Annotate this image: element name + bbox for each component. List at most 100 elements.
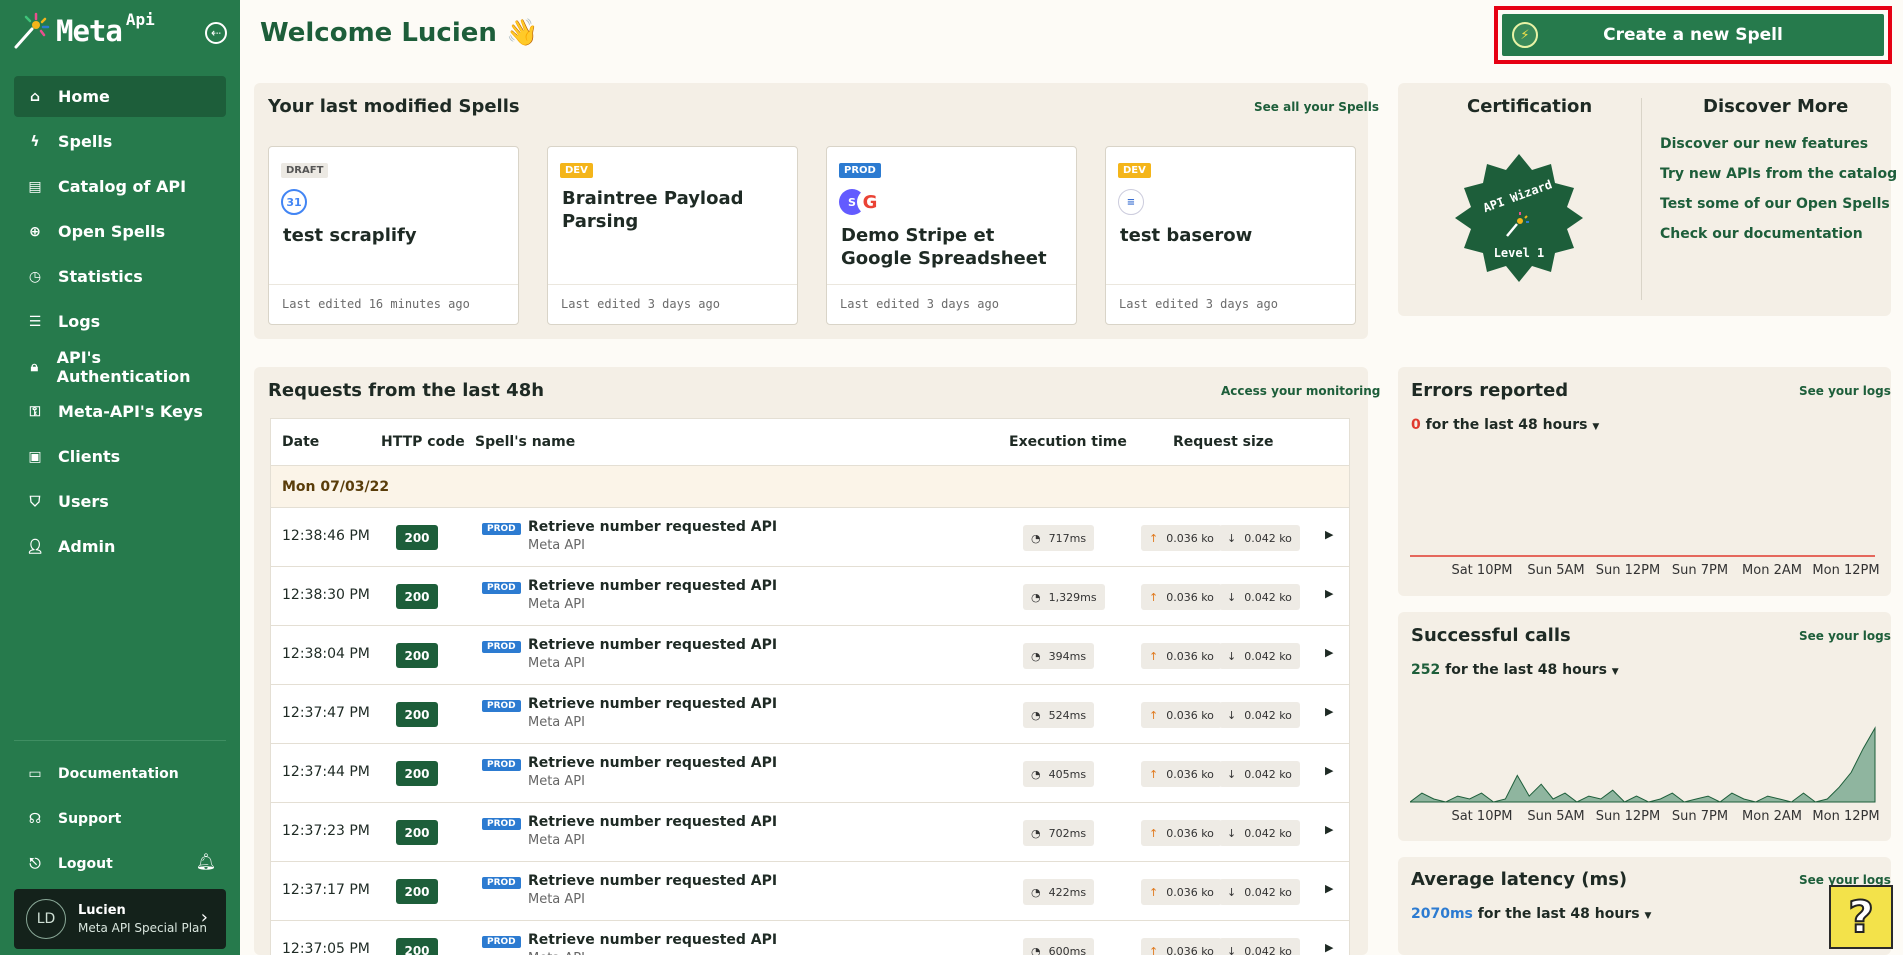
row-time: 12:37:17 PM: [282, 882, 370, 898]
latency-value: 2070ms: [1411, 906, 1473, 922]
spell-card[interactable]: DEV Braintree Payload Parsing Last edite…: [547, 146, 798, 325]
sidebar: Meta Api ⇠ ⌂ Home ϟ Spells ▤ Catalog of …: [0, 0, 240, 955]
sidebar-item-clients[interactable]: ▣ Clients: [14, 436, 226, 477]
row-time: 12:37:44 PM: [282, 764, 370, 780]
download-size-pill: ↓ 0.042 ko: [1219, 702, 1300, 728]
api-wizard-badge-icon: API Wizard Level 1: [1455, 154, 1583, 282]
spell-card[interactable]: DEV ≡ test baserow Last edited 3 days ag…: [1105, 146, 1356, 325]
access-monitoring-link[interactable]: Access your monitoring: [1221, 384, 1380, 398]
expand-row-icon[interactable]: ▶: [1325, 587, 1333, 600]
discover-link[interactable]: Check our documentation: [1660, 226, 1863, 242]
execution-time-pill: ◔ 524ms: [1023, 702, 1095, 728]
success-summary[interactable]: 252 for the last 48 hours ▼: [1411, 662, 1619, 678]
upload-size: 0.036 ko: [1166, 826, 1214, 840]
arrow-down-icon: ↓: [1227, 649, 1237, 663]
column-date: Date: [282, 434, 320, 450]
x-tick-label: Mon 2AM: [1742, 809, 1802, 824]
arrow-up-icon: ↑: [1149, 708, 1159, 722]
env-badge: PROD: [482, 877, 521, 889]
logo[interactable]: Meta Api: [12, 10, 155, 52]
spell-owner: Meta API: [528, 538, 585, 553]
table-row[interactable]: 12:38:46 PM 200 PROD Retrieve number reques…: [271, 508, 1349, 567]
sidebar-item-open-spells[interactable]: ⊕ Open Spells: [14, 211, 226, 252]
discover-link[interactable]: Test some of our Open Spells: [1660, 196, 1890, 212]
upload-size-pill: ↑ 0.036 ko: [1141, 643, 1222, 669]
gauge-icon: ◔: [1031, 649, 1041, 663]
sidebar-item-documentation[interactable]: ▭ Documentation: [14, 751, 226, 796]
spell-card[interactable]: DRAFT 31 test scraplify Last edited 16 m…: [268, 146, 519, 325]
discover-link[interactable]: Discover our new features: [1660, 136, 1868, 152]
expand-row-icon[interactable]: ▶: [1325, 646, 1333, 659]
sidebar-item-label: Open Spells: [58, 222, 166, 241]
sidebar-item-catalog[interactable]: ▤ Catalog of API: [14, 166, 226, 207]
discover-link[interactable]: Try new APIs from the catalog: [1660, 166, 1897, 182]
row-time: 12:37:23 PM: [282, 823, 370, 839]
x-tick-label: Sat 10PM: [1451, 809, 1512, 824]
sidebar-item-admin[interactable]: 👤︎ Admin: [14, 526, 226, 567]
google-icon: G: [857, 189, 883, 215]
download-size-pill: ↓ 0.042 ko: [1219, 584, 1300, 610]
x-tick-label: Mon 2AM: [1742, 563, 1802, 578]
row-time: 12:37:47 PM: [282, 705, 370, 721]
person-icon: 👤︎: [26, 538, 44, 555]
sidebar-item-statistics[interactable]: ◷ Statistics: [14, 256, 226, 297]
clock-icon: ◷: [28, 268, 42, 285]
http-code-badge: 200: [396, 879, 438, 904]
table-row[interactable]: 12:37:47 PM 200 PROD Retrieve number reques…: [271, 685, 1349, 744]
sidebar-nav: ⌂ Home ϟ Spells ▤ Catalog of API ⊕ Open …: [14, 76, 226, 571]
upload-size-pill: ↑ 0.036 ko: [1141, 761, 1222, 787]
latency-summary[interactable]: 2070ms for the last 48 hours ▼: [1411, 906, 1651, 922]
sidebar-item-label: Admin: [58, 537, 116, 556]
user-card[interactable]: LD Lucien Meta API Special Plan ›: [14, 889, 226, 949]
spell-name: Retrieve number requested API: [528, 873, 778, 889]
spell-card[interactable]: PROD S G Demo Stripe et Google Spreadshe…: [826, 146, 1077, 325]
create-spell-button[interactable]: ⚡ Create a new Spell: [1502, 14, 1884, 56]
row-time: 12:38:30 PM: [282, 587, 370, 603]
sidebar-item-home[interactable]: ⌂ Home: [14, 76, 226, 117]
column-spell-name: Spell's name: [475, 434, 576, 450]
upload-size: 0.036 ko: [1166, 590, 1214, 604]
discover-title: Discover More: [1703, 96, 1849, 117]
expand-row-icon[interactable]: ▶: [1325, 764, 1333, 777]
http-code-badge: 200: [396, 938, 438, 955]
upload-size-pill: ↑ 0.036 ko: [1141, 525, 1222, 551]
arrow-down-icon: ↓: [1227, 944, 1237, 955]
success-logs-link[interactable]: See your logs: [1799, 629, 1891, 643]
collapse-sidebar-icon[interactable]: ⇠: [205, 22, 227, 44]
table-row[interactable]: 12:37:05 PM 200 PROD Retrieve number reques…: [271, 921, 1349, 955]
errors-logs-link[interactable]: See your logs: [1799, 384, 1891, 398]
sidebar-item-logs[interactable]: ☰ Logs: [14, 301, 226, 342]
divider: [1641, 98, 1642, 300]
http-code-badge: 200: [396, 525, 438, 550]
sidebar-item-support[interactable]: ☊ Support: [14, 796, 226, 841]
spell-name: Retrieve number requested API: [528, 696, 778, 712]
expand-row-icon[interactable]: ▶: [1325, 941, 1333, 954]
expand-row-icon[interactable]: ▶: [1325, 528, 1333, 541]
baserow-icon: ≡: [1118, 189, 1144, 215]
upload-size: 0.036 ko: [1166, 649, 1214, 663]
caret-down-icon: ▼: [1592, 422, 1600, 432]
table-row[interactable]: 12:37:44 PM 200 PROD Retrieve number reques…: [271, 744, 1349, 803]
spell-edited: Last edited 3 days ago: [548, 284, 797, 324]
help-button[interactable]: ?: [1829, 885, 1893, 949]
download-size-pill: ↓ 0.042 ko: [1219, 643, 1300, 669]
sidebar-item-logout[interactable]: ⎋ Logout: [14, 841, 226, 886]
sidebar-item-keys[interactable]: ⚿ Meta-API's Keys: [14, 391, 226, 432]
table-row[interactable]: 12:37:23 PM 200 PROD Retrieve number reques…: [271, 803, 1349, 862]
expand-row-icon[interactable]: ▶: [1325, 705, 1333, 718]
lightning-icon: ⚡: [1512, 22, 1538, 48]
spell-edited: Last edited 16 minutes ago: [269, 284, 518, 324]
table-row[interactable]: 12:37:17 PM 200 PROD Retrieve number reques…: [271, 862, 1349, 921]
expand-row-icon[interactable]: ▶: [1325, 823, 1333, 836]
errors-summary[interactable]: 0 for the last 48 hours ▼: [1411, 417, 1599, 433]
expand-row-icon[interactable]: ▶: [1325, 882, 1333, 895]
table-row[interactable]: 12:38:30 PM 200 PROD Retrieve number reques…: [271, 567, 1349, 626]
bell-icon[interactable]: 🔔︎: [196, 852, 216, 871]
see-all-spells-link[interactable]: See all your Spells: [1254, 100, 1379, 114]
arrow-down-icon: ↓: [1227, 708, 1237, 722]
sidebar-item-users[interactable]: ⛉ Users: [14, 481, 226, 522]
sidebar-item-api-authentication[interactable]: 🔒︎ API's Authentication: [14, 346, 226, 387]
table-row[interactable]: 12:38:04 PM 200 PROD Retrieve number reques…: [271, 626, 1349, 685]
sidebar-item-spells[interactable]: ϟ Spells: [14, 121, 226, 162]
errors-suffix: for the last 48 hours: [1425, 417, 1588, 433]
